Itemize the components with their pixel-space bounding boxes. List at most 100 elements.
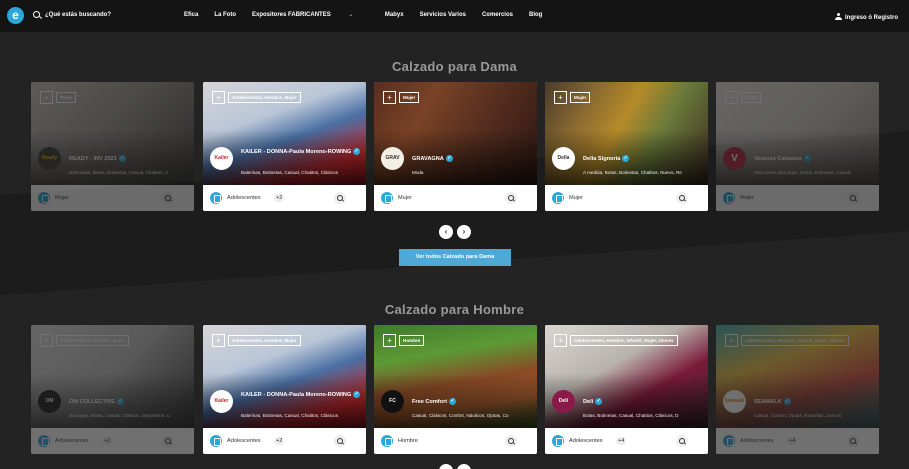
brand-card[interactable]: + Mujer GRAV GRAVAGNA ✓ Moda Mujer xyxy=(374,82,537,211)
login-link[interactable]: Ingreso ó Registro xyxy=(835,12,898,21)
card-tags: Adolescentes, Hombre, Infantil, Mujer, U… xyxy=(570,335,678,346)
category-icon xyxy=(552,192,564,204)
site-logo[interactable]: e xyxy=(7,7,24,24)
card-footer: Adolescentes +2 xyxy=(203,428,366,454)
plus-icon[interactable]: + xyxy=(725,91,738,104)
plus-icon[interactable]: + xyxy=(212,91,225,104)
plus-icon[interactable]: + xyxy=(40,334,53,347)
zoom-icon[interactable] xyxy=(676,435,688,447)
card-tags: Hombre xyxy=(399,335,425,346)
zoom-icon[interactable] xyxy=(847,192,859,204)
brand-logo: V xyxy=(723,147,746,170)
brand-name-text: READY - INV 2021 xyxy=(69,155,117,162)
category-icon xyxy=(210,192,222,204)
card-footer: Adolescentes +4 xyxy=(545,428,708,454)
brand-card[interactable]: + Hombre FC Free Comfort ✓ Casual, Clásic… xyxy=(374,325,537,454)
top-nav: e ¿Qué estás buscando? Efica La Foto Exp… xyxy=(0,0,909,32)
chevron-down-icon: ⌄ xyxy=(348,12,353,18)
brand-card[interactable]: + Adolescentes, Hombre, Mujer Kailer KAI… xyxy=(203,325,366,454)
category-icon xyxy=(38,435,50,447)
brand-name[interactable]: GRAVAGNA ✓ xyxy=(412,155,532,163)
zoom-icon[interactable] xyxy=(334,435,346,447)
more-count-badge[interactable]: +4 xyxy=(616,437,627,445)
zoom-icon[interactable] xyxy=(505,192,517,204)
brand-name-text: GRAVAGNA xyxy=(412,155,444,162)
brand-categories: Borcegos, Botas, Casual, Clásicos, Depor… xyxy=(69,413,170,418)
brand-name[interactable]: KAILER - DONNA-Paula Moreno-ROWING ✓ xyxy=(241,148,361,156)
more-count-badge[interactable]: +2 xyxy=(274,194,285,202)
category-label: Adolescentes xyxy=(227,438,261,444)
nav-link-blog[interactable]: Blog xyxy=(529,12,542,18)
zoom-icon[interactable] xyxy=(847,435,859,447)
carousel-next-button[interactable]: › xyxy=(457,225,471,239)
carousel-prev-button[interactable]: ‹ xyxy=(439,225,453,239)
brand-card[interactable]: + Adolescentes, Hombre, Mujer Kailer KAI… xyxy=(203,82,366,211)
brand-card[interactable]: + Mujer Ready READY - INV 2021 ✓ Baloncit… xyxy=(31,82,194,211)
more-count-badge[interactable]: +2 xyxy=(102,437,113,445)
brand-name[interactable]: SEAWALK ✓ xyxy=(754,398,874,406)
category-icon xyxy=(552,435,564,447)
brand-card[interactable]: + Adolescentes, Hombre, Infantil, Mujer,… xyxy=(716,325,879,454)
category-icon xyxy=(38,192,50,204)
see-all-dama-button[interactable]: Ver todos Calzado para Dama xyxy=(399,249,511,266)
search-input[interactable]: ¿Qué estás buscando? xyxy=(45,12,111,18)
brand-categories: Balerinas, Botinetas, Casual, Chatitos, … xyxy=(241,413,339,418)
search-icon[interactable] xyxy=(33,11,40,18)
brand-name[interactable]: KAILER - DONNA-Paula Moreno-ROWING ✓ xyxy=(241,391,361,399)
brand-logo: Kailer xyxy=(210,147,233,170)
brand-name-text: OM COLLECTIVE xyxy=(69,398,115,405)
brand-card[interactable]: + Adolescentes, Hombre, Infantil, Mujer,… xyxy=(545,325,708,454)
brand-categories: Alta Gama, Borcegos, Botas, Botinetas, C… xyxy=(754,170,851,175)
brand-categories: Moda xyxy=(412,170,424,175)
category-icon xyxy=(210,435,222,447)
brand-name[interactable]: OM COLLECTIVE ✓ xyxy=(69,398,189,406)
plus-icon[interactable]: + xyxy=(554,334,567,347)
brand-name[interactable]: READY - INV 2021 ✓ xyxy=(69,155,189,163)
plus-icon[interactable]: + xyxy=(725,334,738,347)
plus-icon[interactable]: + xyxy=(383,334,396,347)
brand-card[interactable]: + Mujer Della Della Signoria ✓ A medida, … xyxy=(545,82,708,211)
brand-logo: Kailer xyxy=(210,390,233,413)
brand-name[interactable]: Venezza Calzados ✓ xyxy=(754,155,874,163)
nav-link-servicios[interactable]: Servicios Varios xyxy=(420,12,466,18)
card-tags: Adolescentes, Hombre, Mujer xyxy=(228,92,301,103)
verified-icon: ✓ xyxy=(118,155,126,162)
nav-link-expositores[interactable]: Expositores FABRICANTES ⌄ xyxy=(252,12,369,18)
more-count-badge[interactable]: +4 xyxy=(787,437,798,445)
nav-link-comercios[interactable]: Comercios xyxy=(482,12,513,18)
verified-icon: ✓ xyxy=(783,398,791,405)
plus-icon[interactable]: + xyxy=(40,91,53,104)
category-label: Adolescentes xyxy=(569,438,603,444)
nav-link-mabyx[interactable]: Mabyx xyxy=(385,12,404,18)
category-icon xyxy=(723,435,735,447)
nav-link-la-foto[interactable]: La Foto xyxy=(214,12,236,18)
zoom-icon[interactable] xyxy=(676,192,688,204)
plus-icon[interactable]: + xyxy=(554,91,567,104)
brand-name[interactable]: Della Signoria ✓ xyxy=(583,155,703,163)
brand-name-text: KAILER - DONNA-Paula Moreno-ROWING xyxy=(241,391,352,398)
category-label: Adolescentes xyxy=(740,438,774,444)
zoom-icon[interactable] xyxy=(162,192,174,204)
brand-card[interactable]: + Mujer V Venezza Calzados ✓ Alta Gama, B… xyxy=(716,82,879,211)
nav-link-efica[interactable]: Efica xyxy=(184,12,198,18)
more-count-badge[interactable]: +2 xyxy=(274,437,285,445)
plus-icon[interactable]: + xyxy=(212,334,225,347)
zoom-icon[interactable] xyxy=(334,192,346,204)
brand-logo: Ready xyxy=(38,147,61,170)
verified-icon: ✓ xyxy=(622,155,630,162)
brand-card[interactable]: + Adolescentes, Hombre, Mujer OM OM COLL… xyxy=(31,325,194,454)
brand-name[interactable]: Free Comfort ✓ xyxy=(412,398,532,406)
carousel-next-button[interactable] xyxy=(457,464,471,469)
section-title-dama: Calzado para Dama xyxy=(391,59,518,74)
carousel-prev-button[interactable] xyxy=(439,464,453,469)
zoom-icon[interactable] xyxy=(162,435,174,447)
category-icon xyxy=(381,435,393,447)
category-label: Adolescentes xyxy=(227,195,261,201)
plus-icon[interactable]: + xyxy=(383,91,396,104)
brand-categories: Botas, Botinetas, Casual, Chatitos, Clás… xyxy=(583,413,679,418)
zoom-icon[interactable] xyxy=(505,435,517,447)
card-tags: Adolescentes, Hombre, Mujer xyxy=(228,335,301,346)
category-label: Adolescentes xyxy=(55,438,89,444)
brand-name[interactable]: Deli ✓ xyxy=(583,398,703,406)
card-tags: Mujer xyxy=(741,92,762,103)
